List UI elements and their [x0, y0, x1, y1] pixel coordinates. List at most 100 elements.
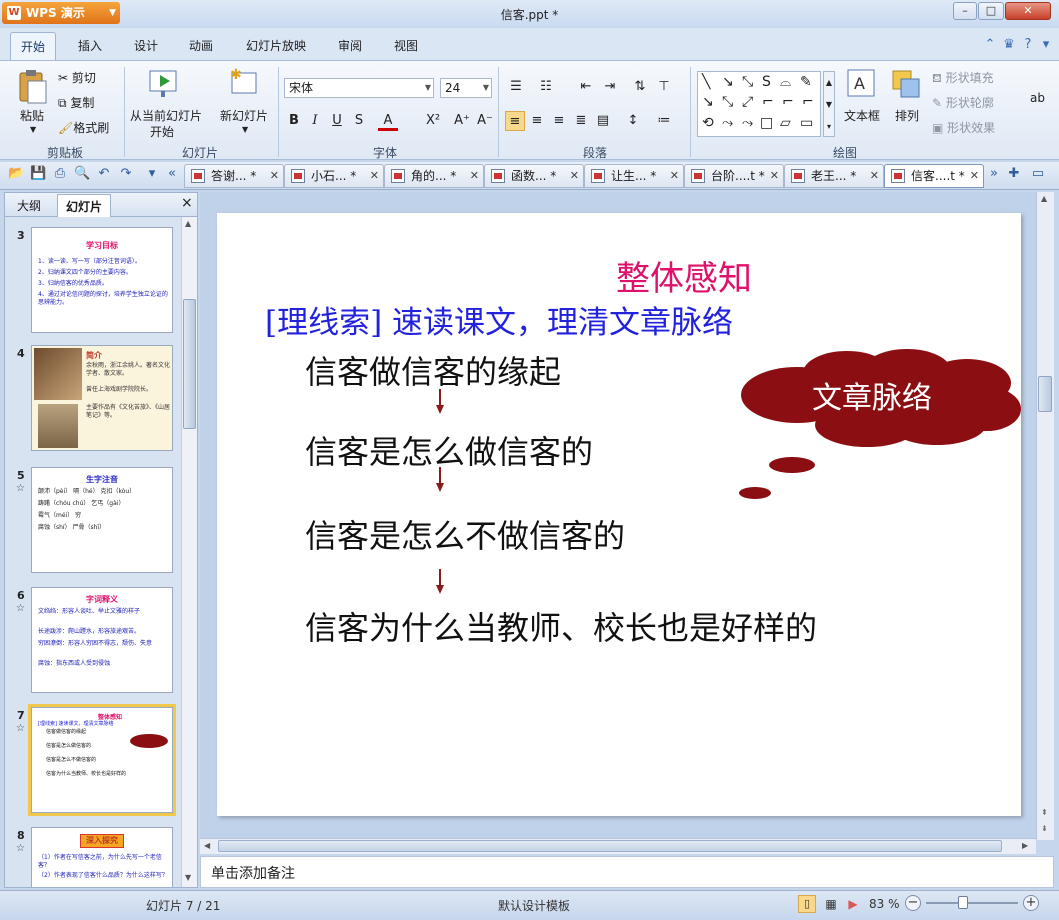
zoom-slider-handle[interactable]: [958, 896, 968, 909]
play-from-current-icon[interactable]: [148, 67, 180, 99]
new-slide-button[interactable]: 新幻灯片: [220, 107, 268, 124]
callout-text[interactable]: 文章脉络: [787, 373, 957, 417]
close-tab-icon[interactable]: ✕: [570, 165, 579, 187]
scroll-tabs-left-icon[interactable]: «: [164, 166, 180, 182]
bold-button[interactable]: B: [284, 111, 304, 131]
font-name-select[interactable]: 宋体 ▼: [284, 78, 434, 98]
slide-thumbnail[interactable]: 深入探究 （1）作者在写信客之前，为什么先写一个老信客？ （2）作者表现了信客什…: [31, 827, 173, 887]
tab-design[interactable]: 设计: [134, 37, 158, 54]
text-direction-icon[interactable]: ⇅: [630, 77, 650, 97]
close-tab-icon[interactable]: ✕: [770, 165, 779, 187]
arrange-icon[interactable]: [891, 69, 923, 101]
format-painter-button[interactable]: 🖌格式刷: [58, 119, 109, 136]
from-current-slide-button[interactable]: 从当前幻灯片: [130, 107, 202, 124]
shadow-button[interactable]: S: [349, 111, 369, 131]
arrange-button[interactable]: 排列: [895, 107, 919, 124]
scroll-left-icon[interactable]: ◀: [204, 841, 210, 850]
font-color-button[interactable]: A: [378, 111, 398, 131]
doc-tab[interactable]: 小石... * ✕: [284, 164, 384, 188]
scroll-down-icon[interactable]: ▼: [185, 873, 191, 882]
scroll-tabs-right-icon[interactable]: »: [986, 166, 1002, 182]
chevron-down-icon[interactable]: ▼: [30, 125, 36, 134]
tab-list-icon[interactable]: ▭: [1030, 166, 1046, 182]
slide-line[interactable]: 信客为什么当教师、校长也是好样的: [305, 603, 817, 649]
tab-insert[interactable]: 插入: [78, 37, 102, 54]
scroll-up-icon[interactable]: ▲: [185, 219, 191, 228]
maximize-button[interactable]: □: [978, 2, 1004, 20]
superscript-button[interactable]: X²: [420, 111, 446, 131]
align-text-icon[interactable]: ⊤: [654, 77, 674, 97]
cut-button[interactable]: ✂ 剪切: [58, 69, 96, 86]
close-panel-icon[interactable]: ×: [181, 195, 193, 211]
slide-canvas[interactable]: 整体感知 [理线索] 速读课文，理清文章脉络 信客做信客的缘起 信客是怎么做信客…: [217, 213, 1021, 816]
thumbnail-scrollbar[interactable]: ▲ ▼: [181, 217, 197, 887]
scroll-up-icon[interactable]: ▲: [1041, 194, 1047, 203]
expand-icon[interactable]: ▾: [1038, 37, 1054, 53]
textbox-button[interactable]: 文本框: [844, 107, 880, 124]
doc-tab[interactable]: 老王... * ✕: [784, 164, 884, 188]
scroll-thumb[interactable]: [218, 840, 1002, 852]
normal-view-icon[interactable]: ▯: [798, 895, 816, 913]
doc-tab-active[interactable]: 信客....t * ✕: [884, 164, 984, 188]
scroll-thumb[interactable]: [183, 299, 196, 429]
tab-animation[interactable]: 动画: [189, 37, 213, 54]
tab-slides[interactable]: 幻灯片: [57, 194, 112, 217]
open-icon[interactable]: 📂: [8, 166, 24, 182]
paste-icon[interactable]: [16, 69, 48, 104]
tab-home[interactable]: 开始: [10, 32, 57, 60]
close-tab-icon[interactable]: ✕: [970, 165, 979, 187]
slide-thumbnail[interactable]: 学习目标 1、读一读、写一写（部分注音词语）。 2、归纳课文四个部分的主要内容。…: [31, 227, 173, 333]
new-slide-icon[interactable]: ✱: [228, 67, 260, 99]
slide-thumbnail[interactable]: 简介 余秋雨，浙江余姚人。著名文化学者、散文家。 曾任上海戏剧学院院长。 主要作…: [31, 345, 173, 451]
help-icon[interactable]: ?: [1020, 37, 1036, 53]
template-name[interactable]: 默认设计模板: [498, 897, 570, 914]
slide-line[interactable]: 信客是怎么不做信客的: [305, 511, 625, 557]
redo-icon[interactable]: ↷: [118, 166, 134, 182]
align-left-icon[interactable]: ≡: [505, 111, 525, 131]
textbox-icon[interactable]: A: [845, 67, 877, 99]
new-tab-icon[interactable]: ✚: [1006, 166, 1022, 182]
grow-font-button[interactable]: A⁺: [451, 111, 473, 131]
align-center-icon[interactable]: ≡: [527, 111, 547, 131]
line-spacing-icon[interactable]: ↕: [623, 111, 643, 131]
shapes-gallery[interactable]: ╲ ↘ ⤡ S ⌓ ✎ ↘ ⤡ ⤢ ⌐ ⌐ ⌐ ⟲ ⤳ ⤳ □ ▱ ▭: [697, 71, 821, 137]
scroll-down-icon[interactable]: ⇟: [1041, 824, 1048, 833]
close-window-button[interactable]: ✕: [1005, 2, 1051, 20]
shape-fill-button[interactable]: ⛾ 形状填充: [932, 69, 994, 87]
numbering-icon[interactable]: ☷: [536, 77, 556, 97]
close-tab-icon[interactable]: ✕: [370, 165, 379, 187]
doc-tab[interactable]: 台阶....t * ✕: [684, 164, 784, 188]
slideshow-icon[interactable]: ▶: [844, 895, 862, 913]
editor-horizontal-scrollbar[interactable]: ◀ ▶: [200, 838, 1036, 854]
undo-icon[interactable]: ↶: [96, 166, 112, 182]
minimize-button[interactable]: –: [953, 2, 977, 20]
bullets-icon[interactable]: ☰: [506, 77, 526, 97]
doc-tab[interactable]: 让生... * ✕: [584, 164, 684, 188]
increase-indent-icon[interactable]: ⇥: [600, 77, 620, 97]
slide-thumbnail-selected[interactable]: 整体感知 [理线索] 速读课文，理清文章脉络 信客做信客的缘起 信客是怎么做信客…: [28, 704, 176, 816]
tab-slideshow[interactable]: 幻灯片放映: [246, 37, 306, 54]
close-tab-icon[interactable]: ✕: [470, 165, 479, 187]
close-tab-icon[interactable]: ✕: [870, 165, 879, 187]
zoom-out-icon[interactable]: −: [905, 895, 921, 911]
notes-pane[interactable]: 单击添加备注: [200, 856, 1054, 888]
print-preview-icon[interactable]: 🔍: [74, 166, 90, 182]
slide-line[interactable]: 信客做信客的缘起: [305, 347, 561, 393]
copy-button[interactable]: ⧉ 复制: [58, 94, 94, 111]
scroll-right-icon[interactable]: ▶: [1022, 841, 1028, 850]
doc-tab[interactable]: 角的... * ✕: [384, 164, 484, 188]
shrink-font-button[interactable]: A⁻: [474, 111, 496, 131]
tab-review[interactable]: 审阅: [338, 37, 362, 54]
paste-button[interactable]: 粘贴: [20, 107, 44, 124]
slide-thumbnail[interactable]: 生字注音 颠沛（pèi） 嗝（hé） 克扣（kòu） 踌躇（chóu chú） …: [31, 467, 173, 573]
decrease-indent-icon[interactable]: ⇤: [576, 77, 596, 97]
print-icon[interactable]: ⎙: [52, 166, 68, 182]
doc-tab[interactable]: 答谢... * ✕: [184, 164, 284, 188]
tab-view[interactable]: 视图: [394, 37, 418, 54]
scroll-up-icon[interactable]: ⇞: [1041, 808, 1048, 817]
skin-icon[interactable]: ♛: [1001, 37, 1017, 53]
slide-sorter-icon[interactable]: ▦: [822, 895, 840, 913]
zoom-in-icon[interactable]: +: [1023, 895, 1039, 911]
distribute-icon[interactable]: ▤: [593, 111, 613, 131]
slide-line[interactable]: 信客是怎么做信客的: [305, 427, 593, 473]
